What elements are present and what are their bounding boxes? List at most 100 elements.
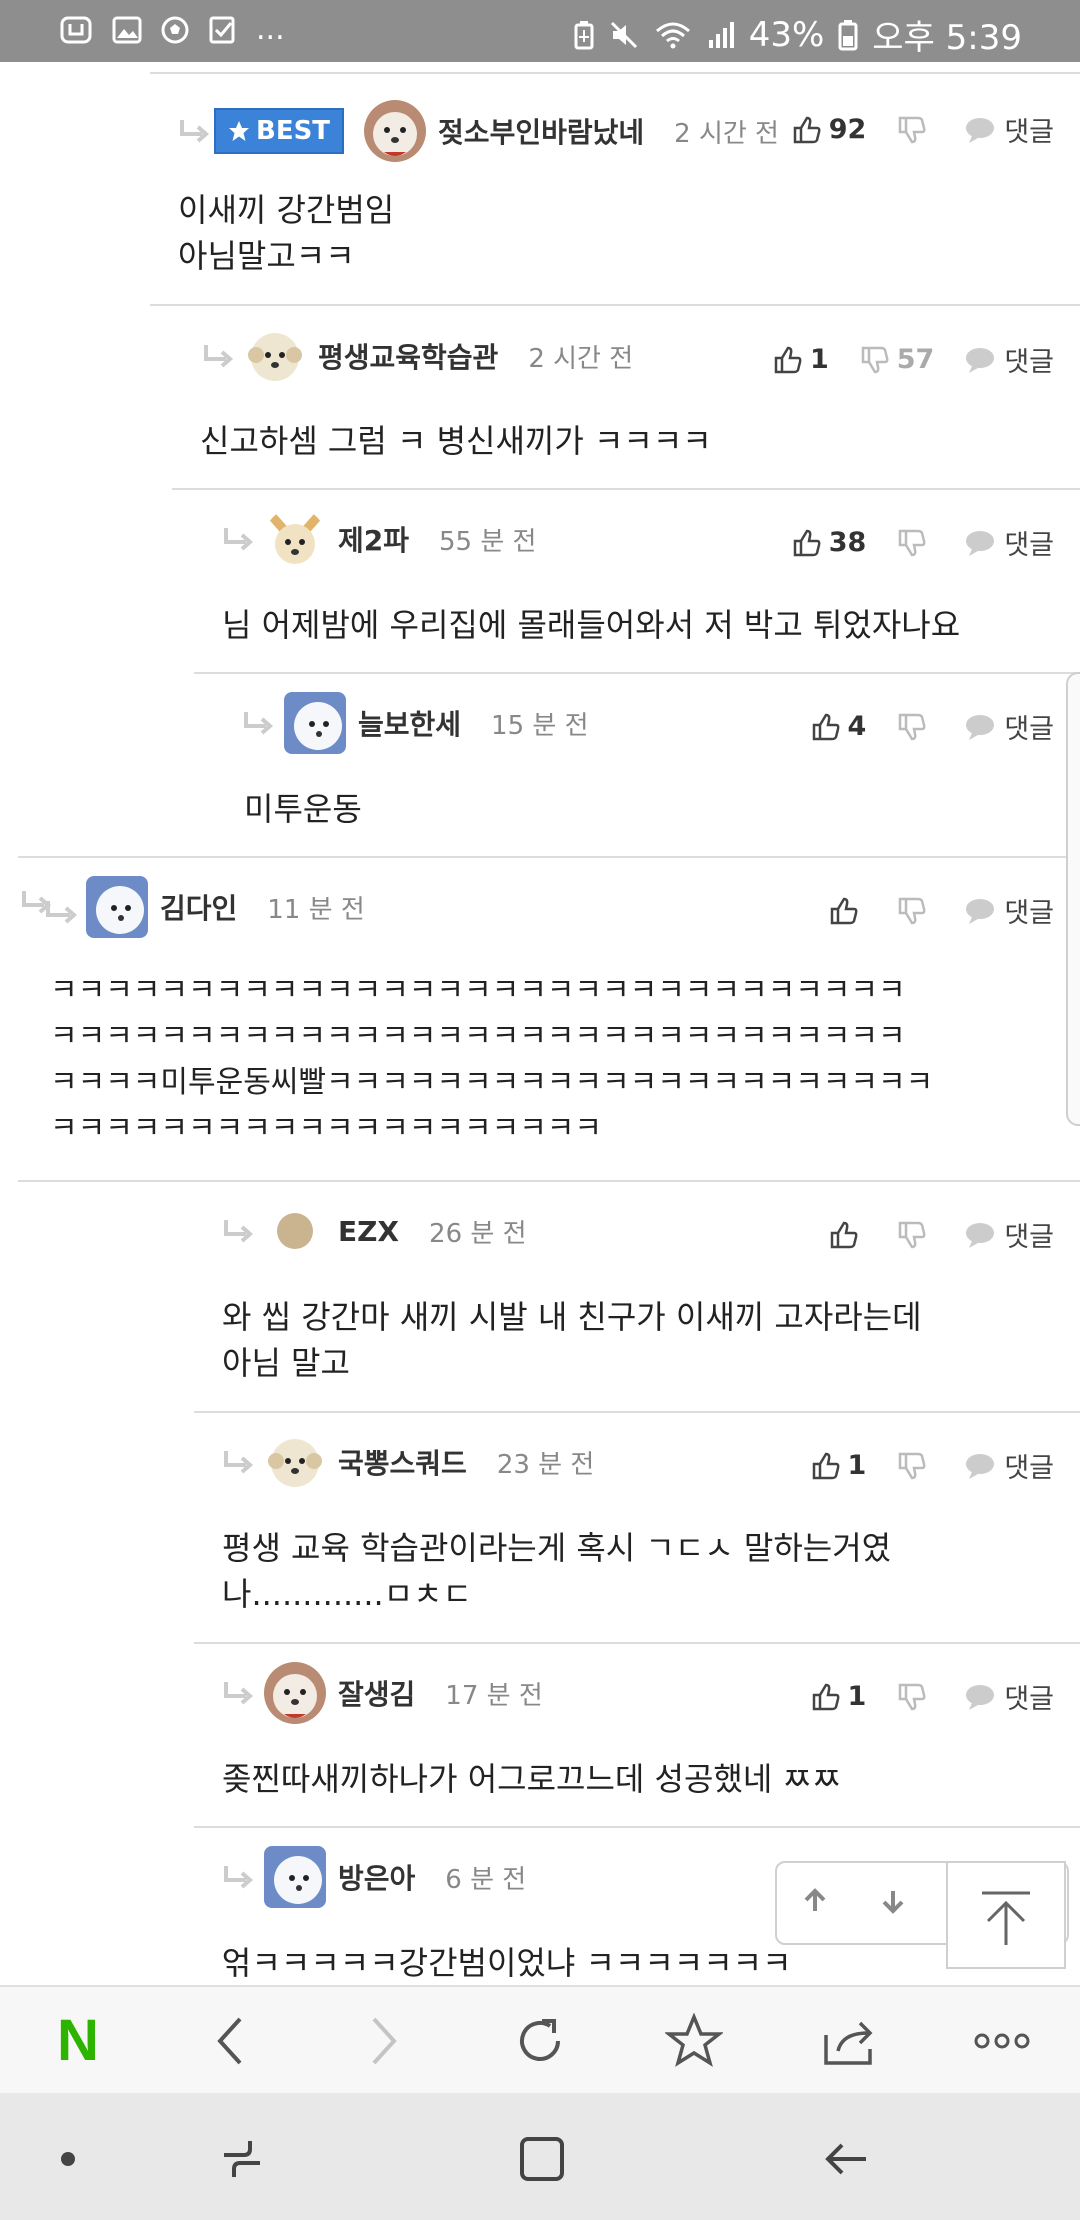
refresh-icon [520,2019,560,2061]
dislike-button[interactable] [896,1220,934,1250]
more-dots-icon [974,2033,1030,2049]
reply-button[interactable]: 댓글 [964,110,1054,149]
thumbs-down-icon [861,346,889,373]
reply-button[interactable]: 댓글 [964,523,1054,562]
reply-arrow-icon [180,120,210,143]
speech-bubble-icon [966,1453,995,1479]
timestamp: 15 분 전 [491,710,589,741]
dislike-button[interactable] [896,528,934,558]
nickname[interactable]: EZX [338,1215,399,1248]
reply-button[interactable]: 댓글 [964,707,1054,746]
avatar[interactable] [264,1431,326,1493]
comment-actions: 댓글 [828,1215,1054,1254]
comment-text: 얶ㅋㅋㅋㅋㅋ강간범이었냐 ㅋㅋㅋㅋㅋㅋㅋ [222,1944,792,1982]
share-button[interactable] [816,2009,880,2073]
forward-button[interactable] [352,2009,416,2073]
divider [172,488,1080,490]
like-button[interactable]: 4 [810,711,866,742]
like-button[interactable]: 1 [810,1450,866,1481]
scrollbar-thumb[interactable] [1066,672,1080,1126]
home-button[interactable] [514,2131,570,2187]
scroll-top-icon [982,1891,1030,1945]
more-menu-button[interactable] [970,2009,1034,2073]
recent-apps-button[interactable] [214,2131,270,2187]
thumbs-up-icon [774,346,802,373]
browser-toolbar: N [0,1985,1080,2095]
bookmark-button[interactable] [662,2009,726,2073]
reply-button[interactable]: 댓글 [964,1677,1054,1716]
system-back-button[interactable] [818,2131,874,2187]
comment-actions: 댓글 [828,891,1054,930]
thumbs-up-icon [793,116,821,143]
dislike-button[interactable] [896,115,934,145]
speech-bubble-icon [966,1684,995,1710]
divider [194,672,1080,674]
reply-button[interactable]: 댓글 [964,340,1054,379]
scroll-to-top-button[interactable] [946,1861,1066,1969]
nickname[interactable]: 국뽕스쿼드 [338,1442,467,1482]
avatar[interactable] [364,100,427,162]
more-notifications: ... [256,12,285,47]
avatar[interactable] [264,1662,326,1724]
speech-bubble-icon [966,898,995,924]
wifi-icon [653,20,693,50]
comment-actions: 1 댓글 [810,1446,1054,1485]
divider [150,304,1080,306]
nickname[interactable]: 젖소부인바람났네 [438,111,644,151]
avatar[interactable] [244,325,306,387]
reply-button[interactable]: 댓글 [964,1446,1054,1485]
timestamp: 11 분 전 [267,894,365,925]
avatar[interactable] [86,876,148,938]
avatar[interactable] [284,692,346,754]
nickname[interactable]: 제2파 [338,519,409,559]
comment-text: 평생 교육 학습관이라는게 혹시 ㄱㄷㅅ 말하는거였 나............… [222,1529,892,1613]
thumbs-down-icon [899,1452,926,1479]
arrow-up-icon[interactable] [801,1887,829,1915]
reply-button[interactable]: 댓글 [964,891,1054,930]
nickname[interactable]: 김다인 [160,887,237,927]
reply-arrow-icon [224,1866,254,1889]
avatar[interactable] [264,1200,326,1262]
share-icon [824,2021,873,2065]
comment-header: 잘생김 17 분 전 [220,1662,543,1724]
nav-dot-button[interactable] [40,2131,96,2187]
thumbs-up-icon [812,1683,840,1710]
comment-actions: 1 댓글 [810,1677,1054,1716]
naver-home-button[interactable]: N [46,2009,110,2073]
arrow-down-icon[interactable] [879,1887,907,1915]
like-button[interactable]: 38 [791,527,866,558]
chevron-left-icon [217,2017,242,2065]
like-button[interactable]: 1 [810,1681,866,1712]
dislike-button[interactable] [896,1451,934,1481]
dislike-button[interactable]: 57 [859,344,934,375]
avatar[interactable] [264,1846,326,1908]
comment-header: 김다인 11 분 전 [18,876,365,938]
reply-arrow-icon [204,345,234,368]
dislike-button[interactable] [896,712,934,742]
nickname[interactable]: 방은아 [338,1857,415,1897]
reply-arrow-icon [224,1220,254,1243]
dislike-button[interactable] [896,896,934,926]
like-button[interactable]: 1 [772,344,829,375]
like-button[interactable] [828,896,866,926]
comment-text: 이새끼 강간범임 아님말고ㅋㅋ [178,191,395,275]
comment-actions: 1 57 댓글 [772,340,1054,379]
nickname[interactable]: 잘생김 [338,1673,415,1713]
speech-bubble-icon [966,117,995,143]
like-button[interactable] [828,1220,866,1250]
divider [18,1180,1080,1182]
task-check-icon [208,15,238,45]
comment-list[interactable]: BEST 젖소부인바람났네 2 시간 전 92 댓글 이새끼 강간범임 아님말고… [0,62,1080,1985]
refresh-button[interactable] [508,2009,572,2073]
timestamp: 17 분 전 [445,1680,543,1711]
comment-header: EZX 26 분 전 [220,1200,527,1262]
reply-button[interactable]: 댓글 [964,1215,1054,1254]
nickname[interactable]: 평생교육학습관 [318,336,498,376]
like-button[interactable]: 92 [791,114,866,145]
dislike-button[interactable] [896,1682,934,1712]
back-button[interactable] [198,2009,262,2073]
mute-icon [609,20,639,50]
nickname[interactable]: 늘보한세 [358,703,461,743]
avatar[interactable] [264,508,326,570]
reply-arrow-icon [224,1682,254,1705]
